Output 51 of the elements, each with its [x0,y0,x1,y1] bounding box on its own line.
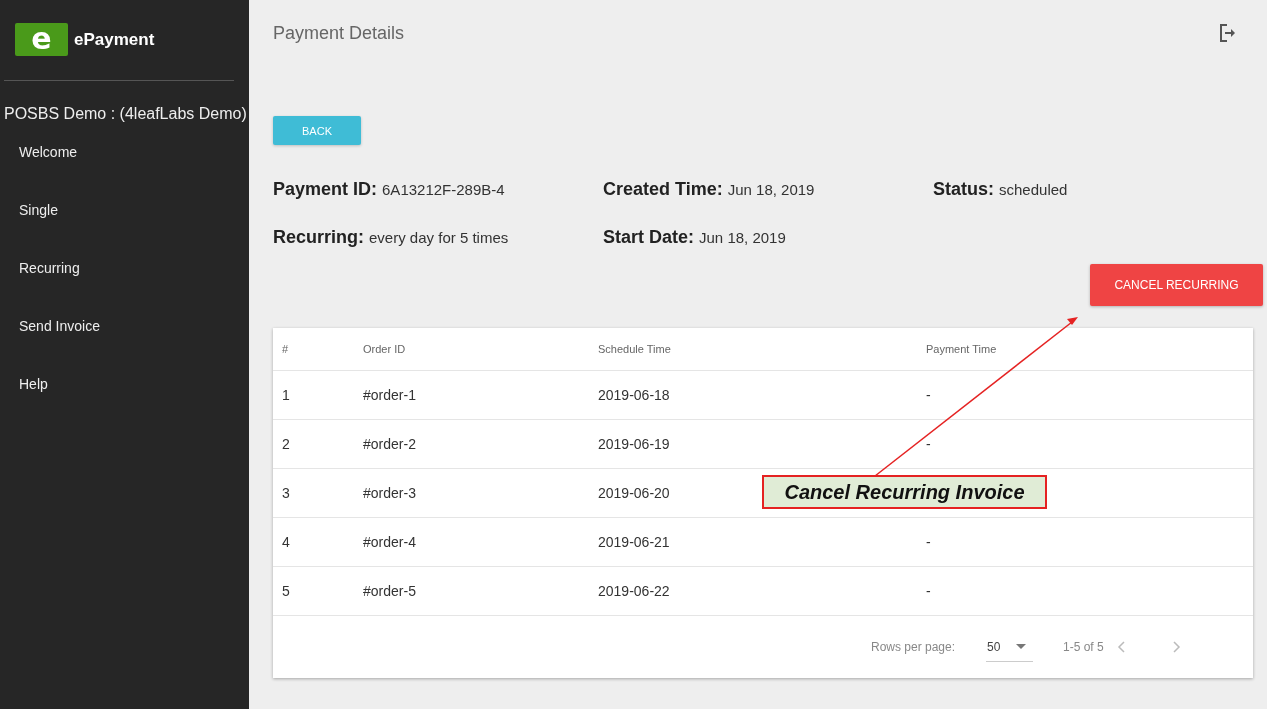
logo-icon: e [15,23,68,56]
field-label: Created Time: [603,179,723,200]
logout-icon[interactable] [1220,24,1236,42]
field-label: Status: [933,179,994,200]
next-page-icon[interactable] [1173,641,1181,653]
table-cell: 5 [282,583,290,599]
table-cell: 2019-06-19 [598,436,670,452]
table-cell: - [926,534,931,550]
annotation-callout: Cancel Recurring Invoice [762,475,1047,509]
table-cell: 2019-06-22 [598,583,670,599]
column-header: Order ID [363,343,407,355]
table-cell: 1 [282,387,290,403]
field-value: Jun 18, 2019 [727,181,815,198]
sidebar-item[interactable]: Single [0,200,249,258]
sidebar-item[interactable]: Welcome [0,142,249,200]
field-label: Start Date: [603,227,695,248]
sidebar-item[interactable]: Recurring [0,258,249,316]
table-cell: - [926,436,931,452]
field-label: Recurring: [273,227,364,248]
table-cell: 4 [282,534,290,550]
column-header: Schedule Time [598,343,672,355]
table-cell: - [926,387,931,403]
table-cell: #order-1 [363,387,416,403]
app-name: ePayment [74,29,155,50]
field-value: every day for 5 times [369,229,509,246]
table-cell: 2 [282,436,290,452]
rows-per-page-label: Rows per page: [871,640,957,654]
table-cell: - [926,583,931,599]
table-cell: 2019-06-18 [598,387,670,403]
sidebar-item[interactable]: Help [0,374,249,432]
field-value: scheduled [999,181,1068,198]
previous-page-icon[interactable] [1117,641,1125,653]
table-cell: 2019-06-21 [598,534,670,550]
cancel-recurring-button[interactable]: CANCEL RECURRING [1090,264,1263,306]
table-cell: #order-5 [363,583,416,599]
column-header: # [281,343,290,355]
table-cell: #order-4 [363,534,416,550]
page-title: Payment Details [273,22,405,44]
account-name: POSBS Demo : (4leafLabs Demo) [3,105,248,123]
table-cell: #order-2 [363,436,416,452]
table-cell: 3 [282,485,290,501]
caret-icon [1016,644,1027,649]
field-label: Payment ID: [273,179,378,200]
table-cell: #order-3 [363,485,416,501]
column-header: Payment Time [926,343,998,355]
field-value: Jun 18, 2019 [699,229,786,246]
sidebar-item[interactable]: Send Invoice [0,316,249,374]
field-value: 6A13212F-289B-4 [382,181,505,198]
table-cell: 2019-06-20 [598,485,670,501]
rows-per-page-select[interactable]: 50 [986,632,1033,662]
page-range: 1-5 of 5 [1063,640,1105,654]
